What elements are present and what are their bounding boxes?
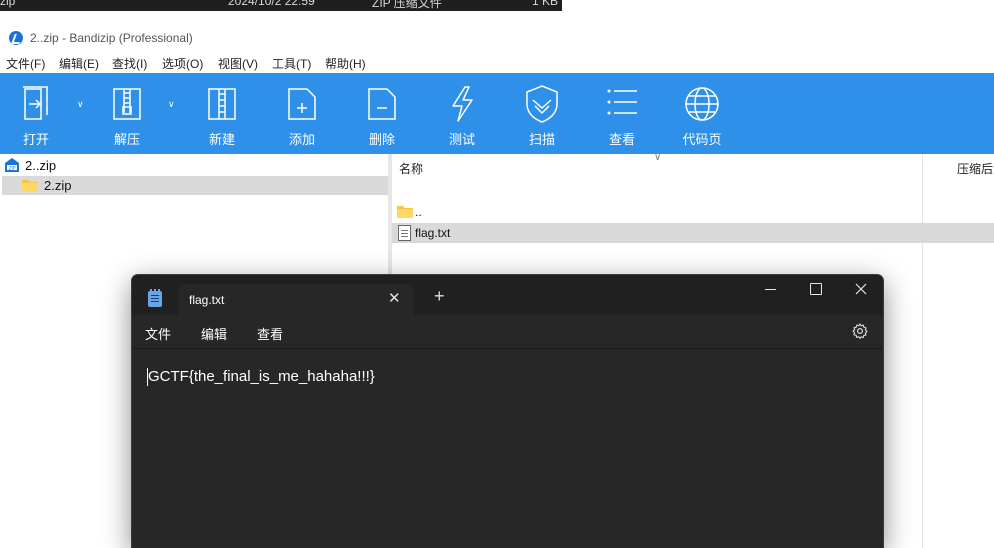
codepage-label: 代码页 <box>682 132 722 147</box>
file-row-flag[interactable]: flag.txt <box>392 223 994 243</box>
folder-icon <box>22 180 38 192</box>
shield-icon <box>526 85 558 123</box>
view-label: 查看 <box>608 132 635 147</box>
notepad-tab[interactable]: flag.txt ✕ <box>178 284 414 316</box>
view-button[interactable]: 查看 <box>590 73 654 154</box>
menu-view[interactable]: 视图(V) <box>218 55 258 72</box>
column-name-header[interactable]: 名称 <box>399 160 423 177</box>
add-file-icon <box>288 88 316 120</box>
row-type: ZIP 压缩文件 <box>372 0 442 10</box>
text-editor[interactable]: GCTF{the_final_is_me_hahaha!!!} <box>132 348 883 548</box>
minimize-button[interactable] <box>748 275 794 305</box>
add-button[interactable]: 添加 <box>270 73 334 154</box>
row-name: zip <box>0 0 16 8</box>
open-label: 打开 <box>22 132 49 147</box>
test-label: 测试 <box>448 132 475 147</box>
new-button[interactable]: 新建 <box>190 73 254 154</box>
title-bar[interactable]: 2..zip - Bandizip (Professional) <box>0 23 994 53</box>
desktop: zip 2024/10/2 22:59 ZIP 压缩文件 1 KB 2..zip… <box>0 0 994 548</box>
open-dropdown-chevron-icon[interactable]: ∨ <box>77 99 84 110</box>
menu-edit[interactable]: 编辑 <box>201 324 227 343</box>
svg-text:ZIP: ZIP <box>8 165 15 171</box>
folder-icon <box>397 206 413 218</box>
column-header: 名称 ∨ 压缩后大小 <box>392 152 994 180</box>
extract-button[interactable]: 解压 <box>95 73 159 154</box>
delete-label: 删除 <box>368 132 395 147</box>
extract-label: 解压 <box>113 132 140 147</box>
editor-content: GCTF{the_final_is_me_hahaha!!!} <box>148 368 375 385</box>
tree-root-label: 2..zip <box>25 158 57 173</box>
file-name: flag.txt <box>415 226 451 240</box>
menu-tools[interactable]: 工具(T) <box>272 55 311 72</box>
delete-file-icon <box>368 88 396 120</box>
window-title: 2..zip - Bandizip (Professional) <box>30 31 193 45</box>
file-row-parent[interactable]: .. <box>392 202 994 222</box>
scan-label: 扫描 <box>528 132 555 147</box>
add-label: 添加 <box>288 132 315 147</box>
tree-item-child[interactable]: 2.zip <box>2 176 388 195</box>
tree-child-label: 2.zip <box>44 178 72 193</box>
menu-help[interactable]: 帮助(H) <box>325 55 366 72</box>
close-icon <box>855 283 867 295</box>
zip-archive-icon: ZIP <box>5 158 19 172</box>
menu-options[interactable]: 选项(O) <box>162 55 203 72</box>
gear-icon[interactable] <box>852 323 868 339</box>
close-button[interactable] <box>838 275 883 305</box>
tree-item-root[interactable]: ZIP 2..zip <box>0 156 386 175</box>
tab-close-icon[interactable]: ✕ <box>388 289 401 307</box>
file-name: .. <box>415 205 422 219</box>
new-archive-icon <box>208 88 236 120</box>
list-icon <box>607 89 637 115</box>
codepage-button[interactable]: 代码页 <box>670 73 734 154</box>
menu-file[interactable]: 文件(F) <box>6 55 45 72</box>
delete-button[interactable]: 删除 <box>350 73 414 154</box>
background-file-row[interactable]: zip 2024/10/2 22:59 ZIP 压缩文件 1 KB <box>0 0 562 11</box>
open-button[interactable]: 打开 <box>4 73 68 154</box>
open-icon <box>23 86 48 120</box>
background-explorer-strip: zip 2024/10/2 22:59 ZIP 压缩文件 1 KB <box>0 0 994 22</box>
new-label: 新建 <box>208 132 235 147</box>
scan-button[interactable]: 扫描 <box>510 73 574 154</box>
tab-title: flag.txt <box>189 293 225 307</box>
bandizip-logo-icon <box>9 31 23 45</box>
menu-view[interactable]: 查看 <box>257 324 283 343</box>
lightning-icon <box>452 86 473 122</box>
maximize-button[interactable] <box>793 275 839 305</box>
menu-find[interactable]: 查找(I) <box>112 55 147 72</box>
row-date: 2024/10/2 22:59 <box>228 0 315 8</box>
text-file-icon <box>398 225 411 241</box>
row-size: 1 KB <box>532 0 559 8</box>
menu-file[interactable]: 文件 <box>145 324 171 343</box>
notepad-menu-bar: 文件 编辑 查看 <box>132 315 883 348</box>
test-button[interactable]: 测试 <box>430 73 494 154</box>
extract-dropdown-chevron-icon[interactable]: ∨ <box>168 99 175 110</box>
column-size-header[interactable]: 压缩后大小 <box>957 160 994 177</box>
menu-bar: 文件(F) 编辑(E) 查找(I) 选项(O) 视图(V) 工具(T) 帮助(H… <box>0 53 994 73</box>
notepad-tab-bar[interactable]: flag.txt ✕ + <box>132 275 883 316</box>
toolbar: 打开 ∨ 解压 ∨ 新建 添加 删除 测试 扫描 查看 代码页 <box>0 73 994 154</box>
globe-icon <box>685 87 719 121</box>
new-tab-plus-icon[interactable]: + <box>434 287 445 305</box>
notepad-app-icon <box>148 289 162 307</box>
menu-edit[interactable]: 编辑(E) <box>59 55 99 72</box>
notepad-window: flag.txt ✕ + 文件 编辑 查看 GCTF{the_final_is_… <box>131 274 884 548</box>
sort-chevron-icon: ∨ <box>654 152 662 163</box>
extract-icon <box>113 88 141 120</box>
